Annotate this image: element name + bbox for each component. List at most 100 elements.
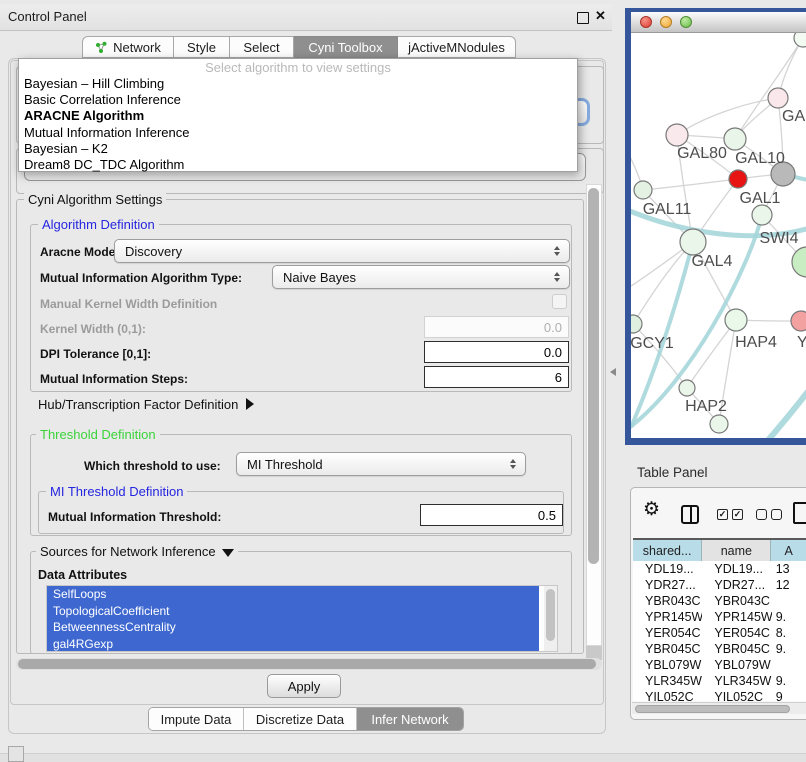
control-panel-title: Control Panel (8, 9, 87, 24)
network-edge[interactable] (643, 179, 738, 190)
tab-infer-network[interactable]: Infer Network (356, 708, 463, 730)
table-row[interactable]: YBR043CYBR043C (633, 593, 806, 609)
algorithm-dropdown-placeholder: Select algorithm to view settings (19, 60, 577, 76)
tab-jactivemnodules[interactable]: jActiveMNodules (398, 36, 516, 58)
network-node-gcy1[interactable] (631, 315, 642, 333)
tab-select[interactable]: Select (230, 36, 294, 58)
data-attributes-list[interactable]: SelfLoopsTopologicalCoefficientBetweenne… (46, 585, 558, 652)
network-canvas[interactable]: GALGAL80GAL10GAL1GAL11SWI4GAL4GCY1HAP4YH… (631, 33, 806, 438)
table-row[interactable]: YBR045CYBR045C9. (633, 641, 806, 657)
aracne-mode-select[interactable]: Discovery (114, 239, 570, 263)
column-header-shared[interactable]: shared... (633, 540, 702, 562)
apply-button[interactable]: Apply (267, 674, 341, 698)
deselect-all-checkbox-icon[interactable] (771, 509, 782, 520)
close-icon[interactable]: ✕ (595, 8, 606, 24)
attributes-scrollbar-thumb[interactable] (546, 589, 555, 641)
kernel-width-label: Kernel Width (0,1): (40, 322, 146, 336)
close-traffic-light[interactable] (640, 16, 652, 28)
table-cell: 9. (772, 609, 806, 625)
table-row[interactable]: YDL19...YDL19...13 (633, 561, 806, 577)
network-node-hap2[interactable] (679, 380, 695, 396)
attribute-item-topologicalcoefficient[interactable]: TopologicalCoefficient (47, 603, 539, 620)
table-row[interactable]: YIL052CYIL052C9 (633, 689, 806, 701)
algorithm-option-basic-correlation-inference[interactable]: Basic Correlation Inference (19, 92, 577, 108)
attribute-item-selfloops[interactable]: SelfLoops (47, 586, 539, 603)
tab-impute-data[interactable]: Impute Data (149, 708, 243, 730)
table-row[interactable]: YER054CYER054C8. (633, 625, 806, 641)
table-row[interactable]: YPR145WYPR145W9. (633, 609, 806, 625)
settings-horizontal-scrollbar-thumb[interactable] (18, 659, 596, 669)
splitter-collapse-icon[interactable] (610, 368, 616, 376)
network-node[interactable] (794, 33, 806, 47)
hub-definition-label: Hub/Transcription Factor Definition (38, 397, 238, 412)
expander-down-icon (222, 549, 234, 557)
network-node-gal1[interactable] (729, 170, 747, 188)
table-row[interactable]: YLR345WYLR345W9. (633, 673, 806, 689)
which-threshold-select[interactable]: MI Threshold (236, 452, 526, 476)
network-node-gal10[interactable] (724, 128, 746, 150)
network-edge[interactable] (677, 98, 778, 135)
float-window-icon[interactable] (577, 12, 589, 24)
network-edge-thick[interactable] (737, 385, 806, 438)
network-node[interactable] (792, 247, 806, 277)
network-node-label: GAL (782, 108, 806, 125)
mi-steps-input[interactable]: 6 (424, 366, 569, 388)
network-node-hap4[interactable] (725, 309, 747, 331)
table-settings-gear-icon[interactable]: ⚙ (643, 500, 660, 519)
combo-arrows-icon (554, 246, 560, 256)
attribute-item-betweennesscentrality[interactable]: BetweennessCentrality (47, 619, 539, 636)
table-cell: 12 (772, 577, 806, 593)
table-cell: YLR345W (702, 673, 771, 689)
mi-threshold-input[interactable]: 0.5 (420, 504, 563, 526)
network-node-gal80[interactable] (666, 124, 688, 146)
deselect-all-checkbox-icon[interactable] (756, 509, 767, 520)
which-threshold-value: MI Threshold (247, 457, 323, 472)
table-cell: YBR045C (702, 641, 771, 657)
mi-algorithm-type-select[interactable]: Naive Bayes (272, 265, 570, 289)
mi-steps-label: Mutual Information Steps: (40, 372, 188, 386)
table-row[interactable]: YBL079WYBL079W (633, 657, 806, 673)
table-horizontal-scrollbar-thumb[interactable] (635, 705, 790, 713)
tab-cyni-toolbox[interactable]: Cyni Toolbox (294, 36, 398, 58)
tab-discretize-data[interactable]: Discretize Data (243, 708, 356, 730)
window-grip[interactable] (8, 746, 24, 762)
sources-expander[interactable]: Sources for Network Inference (36, 544, 238, 559)
apply-button-label: Apply (288, 679, 321, 694)
network-node-gal11[interactable] (634, 181, 652, 199)
network-view-window[interactable]: GALGAL80GAL10GAL1GAL11SWI4GAL4GCY1HAP4YH… (625, 8, 806, 445)
document-icon[interactable] (793, 502, 806, 524)
tab-label: Network (113, 40, 161, 55)
network-icon (95, 41, 108, 54)
network-window-titlebar[interactable] (631, 12, 806, 33)
tab-label: Select (243, 40, 279, 55)
attribute-item-gal4rgexp[interactable]: gal4RGexp (47, 636, 539, 653)
column-header-a[interactable]: A (771, 540, 806, 562)
network-node-label: HAP4 (735, 334, 777, 351)
algorithm-option-dream8-dc-tdc-algorithm[interactable]: Dream8 DC_TDC Algorithm (19, 157, 577, 173)
column-header-name[interactable]: name (702, 540, 771, 562)
network-edge[interactable] (633, 242, 693, 324)
network-node-gal4[interactable] (680, 229, 706, 255)
split-columns-icon[interactable] (681, 505, 699, 524)
table-horizontal-scrollbar[interactable] (632, 702, 806, 714)
table-row[interactable]: YDR27...YDR27...12 (633, 577, 806, 593)
minimize-traffic-light[interactable] (660, 16, 672, 28)
network-node[interactable] (710, 415, 728, 433)
algorithm-option-bayesian-k2[interactable]: Bayesian – K2 (19, 141, 577, 157)
dpi-tolerance-input[interactable]: 0.0 (424, 341, 569, 363)
network-node-swi4[interactable] (752, 205, 772, 225)
zoom-traffic-light[interactable] (680, 16, 692, 28)
network-node-label: SWI4 (759, 230, 798, 247)
settings-vertical-scrollbar-thumb[interactable] (588, 188, 599, 564)
hub-definition-expander[interactable]: Hub/Transcription Factor Definition (38, 397, 254, 412)
algorithm-option-bayesian-hill-climbing[interactable]: Bayesian – Hill Climbing (19, 76, 577, 92)
table-panel-title: Table Panel (637, 465, 708, 480)
tab-style[interactable]: Style (174, 36, 230, 58)
algorithm-option-mutual-information-inference[interactable]: Mutual Information Inference (19, 125, 577, 141)
algorithm-option-aracne-algorithm[interactable]: ARACNE Algorithm (19, 108, 577, 124)
tab-network[interactable]: Network (82, 36, 174, 58)
select-all-checkbox-icon[interactable]: ✓ (732, 509, 743, 520)
select-all-checkbox-icon[interactable]: ✓ (717, 509, 728, 520)
network-node-gal[interactable] (768, 88, 788, 108)
network-node-y[interactable] (791, 311, 806, 331)
